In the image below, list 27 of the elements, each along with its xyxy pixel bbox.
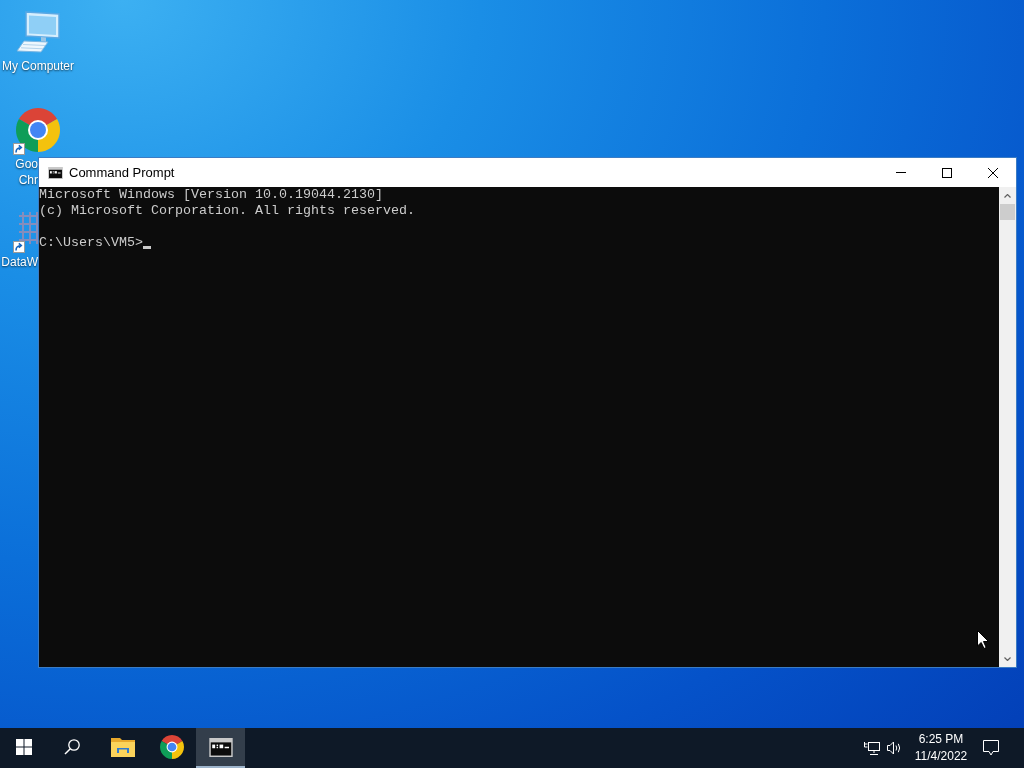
windows-logo-icon <box>16 739 32 755</box>
terminal-icon <box>208 737 233 757</box>
caret-down-icon <box>1004 656 1011 661</box>
maximize-icon <box>942 167 952 178</box>
clock-time[interactable]: 6:25 PM <box>918 731 964 748</box>
scrollbar-thumb[interactable] <box>1000 204 1015 220</box>
speech-bubble-icon <box>983 740 999 756</box>
chrome-logo-icon[interactable] <box>16 108 60 152</box>
command-prompt-taskbar-button[interactable] <box>196 728 245 768</box>
close-icon <box>988 167 998 178</box>
window-title: Command Prompt <box>69 166 175 179</box>
search-icon <box>64 739 80 755</box>
network-icon <box>864 740 880 756</box>
clock-date[interactable]: 11/4/2022 <box>914 748 968 765</box>
speaker-icon <box>886 741 902 755</box>
console-prompt: C:\Users\VM5> <box>39 235 143 251</box>
caret-up-icon <box>1004 193 1011 198</box>
terminal-icon[interactable] <box>48 166 63 179</box>
minimize-icon <box>896 172 906 173</box>
console-output-line: (c) Microsoft Corporation. All rights reserved. <box>39 203 415 219</box>
vertical-scrollbar[interactable] <box>999 187 1016 667</box>
text-cursor-icon <box>143 246 151 249</box>
mouse-pointer-icon <box>977 630 989 649</box>
chrome-logo-icon <box>159 735 184 759</box>
console-panel[interactable]: Microsoft Windows [Version 10.0.19044.2130] (c) Microsoft Corporation. All rights reserved. C:\Users\VM5> <box>39 187 999 667</box>
folder-icon <box>110 737 135 757</box>
console-output-line: Microsoft Windows [Version 10.0.19044.2130] <box>39 187 383 203</box>
